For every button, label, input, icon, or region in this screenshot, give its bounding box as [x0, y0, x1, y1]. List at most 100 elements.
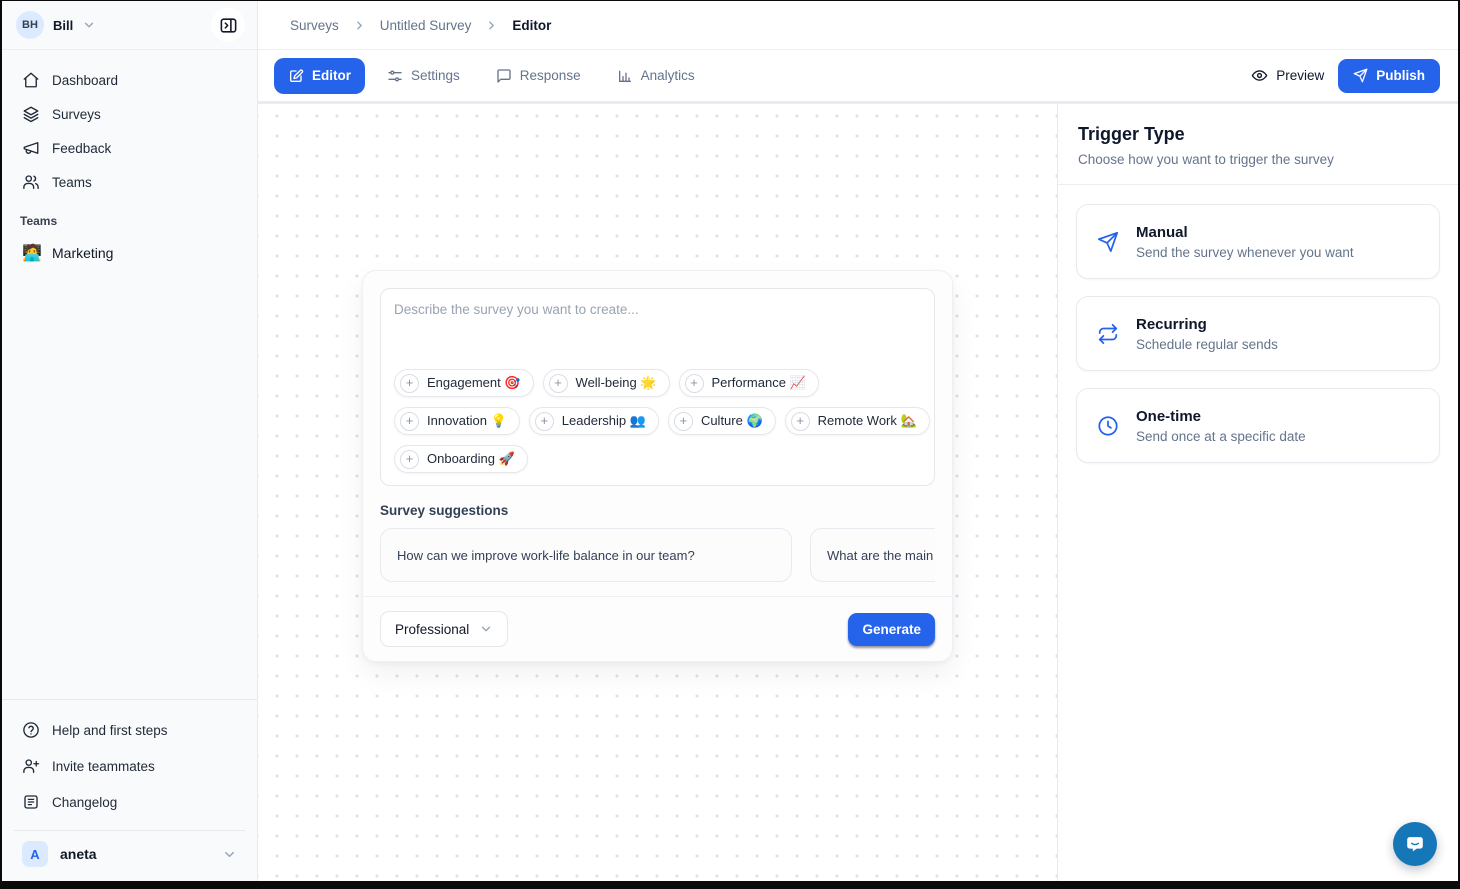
team-emoji-icon: 🧑‍💻	[22, 243, 40, 263]
suggestion-card[interactable]: How can we improve work-life balance in …	[380, 528, 792, 582]
chat-widget-button[interactable]	[1393, 822, 1437, 866]
account-avatar: A	[22, 841, 48, 867]
sidebar-item-help[interactable]: Help and first steps	[14, 712, 245, 748]
sidebar-item-label: Dashboard	[52, 73, 118, 88]
sidebar-item-label: Surveys	[52, 107, 101, 122]
account-menu[interactable]: A aneta	[14, 830, 245, 871]
trigger-option-one-time[interactable]: One-time Send once at a specific date	[1076, 388, 1440, 463]
trigger-option-recurring[interactable]: Recurring Schedule regular sends	[1076, 296, 1440, 371]
trigger-title: Manual	[1136, 224, 1354, 241]
account-name: aneta	[60, 846, 210, 862]
workspace-name: Bill	[53, 18, 73, 33]
chevron-down-icon	[222, 847, 237, 862]
preview-button[interactable]: Preview	[1251, 67, 1324, 84]
tab-label: Analytics	[641, 68, 695, 83]
tag-chip-remote-work[interactable]: Remote Work 🏡	[785, 407, 930, 435]
tone-select[interactable]: Professional	[380, 611, 508, 647]
trigger-description: Schedule regular sends	[1136, 337, 1278, 352]
plus-icon	[400, 412, 419, 431]
sidebar-item-label: Feedback	[52, 141, 111, 156]
trigger-type-panel: Trigger Type Choose how you want to trig…	[1057, 104, 1458, 881]
sidebar-item-teams[interactable]: Teams	[14, 165, 245, 199]
tag-chip-leadership[interactable]: Leadership 👥	[529, 407, 659, 435]
panel-title: Trigger Type	[1078, 124, 1438, 145]
tab-editor[interactable]: Editor	[274, 58, 365, 94]
sidebar-item-surveys[interactable]: Surveys	[14, 97, 245, 131]
sidebar-toggle-button[interactable]	[211, 8, 245, 42]
generate-button[interactable]: Generate	[848, 613, 935, 646]
users-icon	[22, 173, 40, 191]
plus-icon	[674, 412, 693, 431]
home-icon	[22, 71, 40, 89]
send-icon	[1353, 68, 1368, 83]
plus-icon	[400, 374, 419, 393]
teams-section-label: Teams	[14, 199, 245, 235]
sidebar-item-feedback[interactable]: Feedback	[14, 131, 245, 165]
chip-label: Performance 📈	[712, 375, 806, 391]
trigger-panel-header: Trigger Type Choose how you want to trig…	[1058, 104, 1458, 185]
sidebar-item-team-marketing[interactable]: 🧑‍💻 Marketing	[14, 235, 245, 271]
tag-chip-onboarding[interactable]: Onboarding 🚀	[394, 445, 528, 473]
publish-button[interactable]: Publish	[1338, 59, 1440, 93]
pencil-square-icon	[288, 68, 304, 84]
preview-label: Preview	[1276, 68, 1324, 83]
tag-chips: Engagement 🎯 Well-being 🌟 Performance 📈 …	[394, 369, 921, 473]
changelog-icon	[22, 793, 40, 811]
breadcrumb-untitled-survey[interactable]: Untitled Survey	[380, 18, 472, 33]
tab-settings[interactable]: Settings	[373, 58, 474, 94]
chat-bubble-icon	[1404, 833, 1426, 855]
editor-canvas[interactable]: Engagement 🎯 Well-being 🌟 Performance 📈 …	[258, 104, 1057, 881]
chip-label: Well-being 🌟	[576, 375, 657, 391]
chevron-right-icon	[485, 19, 498, 32]
main-area: Surveys Untitled Survey Editor Editor Se…	[258, 1, 1458, 881]
app-window: BH Bill Dashboard Surveys	[2, 1, 1458, 881]
sidebar-item-changelog[interactable]: Changelog	[14, 784, 245, 820]
content-area: Engagement 🎯 Well-being 🌟 Performance 📈 …	[258, 101, 1458, 881]
suggestions-title: Survey suggestions	[380, 503, 935, 518]
tab-label: Settings	[411, 68, 460, 83]
tab-label: Response	[520, 68, 581, 83]
tab-response[interactable]: Response	[482, 58, 595, 94]
prompt-box: Engagement 🎯 Well-being 🌟 Performance 📈 …	[380, 288, 935, 486]
chevron-right-icon	[353, 19, 366, 32]
panel-subtitle: Choose how you want to trigger the surve…	[1078, 152, 1438, 167]
tag-chip-culture[interactable]: Culture 🌍	[668, 407, 776, 435]
tag-chip-innovation[interactable]: Innovation 💡	[394, 407, 520, 435]
plus-icon	[535, 412, 554, 431]
survey-description-input[interactable]	[394, 302, 921, 369]
tag-chip-performance[interactable]: Performance 📈	[679, 369, 819, 397]
megaphone-icon	[22, 139, 40, 157]
tag-chip-engagement[interactable]: Engagement 🎯	[394, 369, 534, 397]
chip-label: Innovation 💡	[427, 413, 507, 429]
chip-label: Culture 🌍	[701, 413, 763, 429]
workspace-switcher[interactable]: BH Bill	[16, 11, 96, 39]
tab-analytics[interactable]: Analytics	[603, 58, 709, 94]
sidebar-nav: Dashboard Surveys Feedback Teams Teams 🧑…	[2, 50, 257, 699]
tag-chip-well-being[interactable]: Well-being 🌟	[543, 369, 670, 397]
tab-label: Editor	[312, 68, 351, 83]
breadcrumb-surveys[interactable]: Surveys	[290, 18, 339, 33]
toolbar-actions: Preview Publish	[1251, 59, 1440, 93]
panel-right-icon	[219, 16, 238, 35]
breadcrumb-editor: Editor	[512, 18, 551, 33]
suggestions-row: How can we improve work-life balance in …	[380, 528, 935, 596]
suggestion-card[interactable]: What are the main ob	[810, 528, 935, 582]
chip-label: Leadership 👥	[562, 413, 646, 429]
workspace-avatar: BH	[16, 11, 44, 39]
trigger-options: Manual Send the survey whenever you want…	[1058, 185, 1458, 482]
publish-label: Publish	[1376, 68, 1425, 83]
sidebar-footer: Help and first steps Invite teammates Ch…	[2, 699, 257, 881]
plus-icon	[549, 374, 568, 393]
clock-icon	[1097, 415, 1119, 437]
sidebar-item-dashboard[interactable]: Dashboard	[14, 63, 245, 97]
trigger-option-manual[interactable]: Manual Send the survey whenever you want	[1076, 204, 1440, 279]
tone-selected-value: Professional	[395, 622, 469, 637]
sidebar-item-invite[interactable]: Invite teammates	[14, 748, 245, 784]
trigger-title: One-time	[1136, 408, 1306, 425]
message-square-icon	[496, 68, 512, 84]
sidebar-item-label: Help and first steps	[52, 723, 168, 738]
chip-label: Remote Work 🏡	[818, 413, 917, 429]
composer-footer: Professional Generate	[363, 596, 952, 661]
user-plus-icon	[22, 757, 40, 775]
sidebar-item-label: Changelog	[52, 795, 117, 810]
